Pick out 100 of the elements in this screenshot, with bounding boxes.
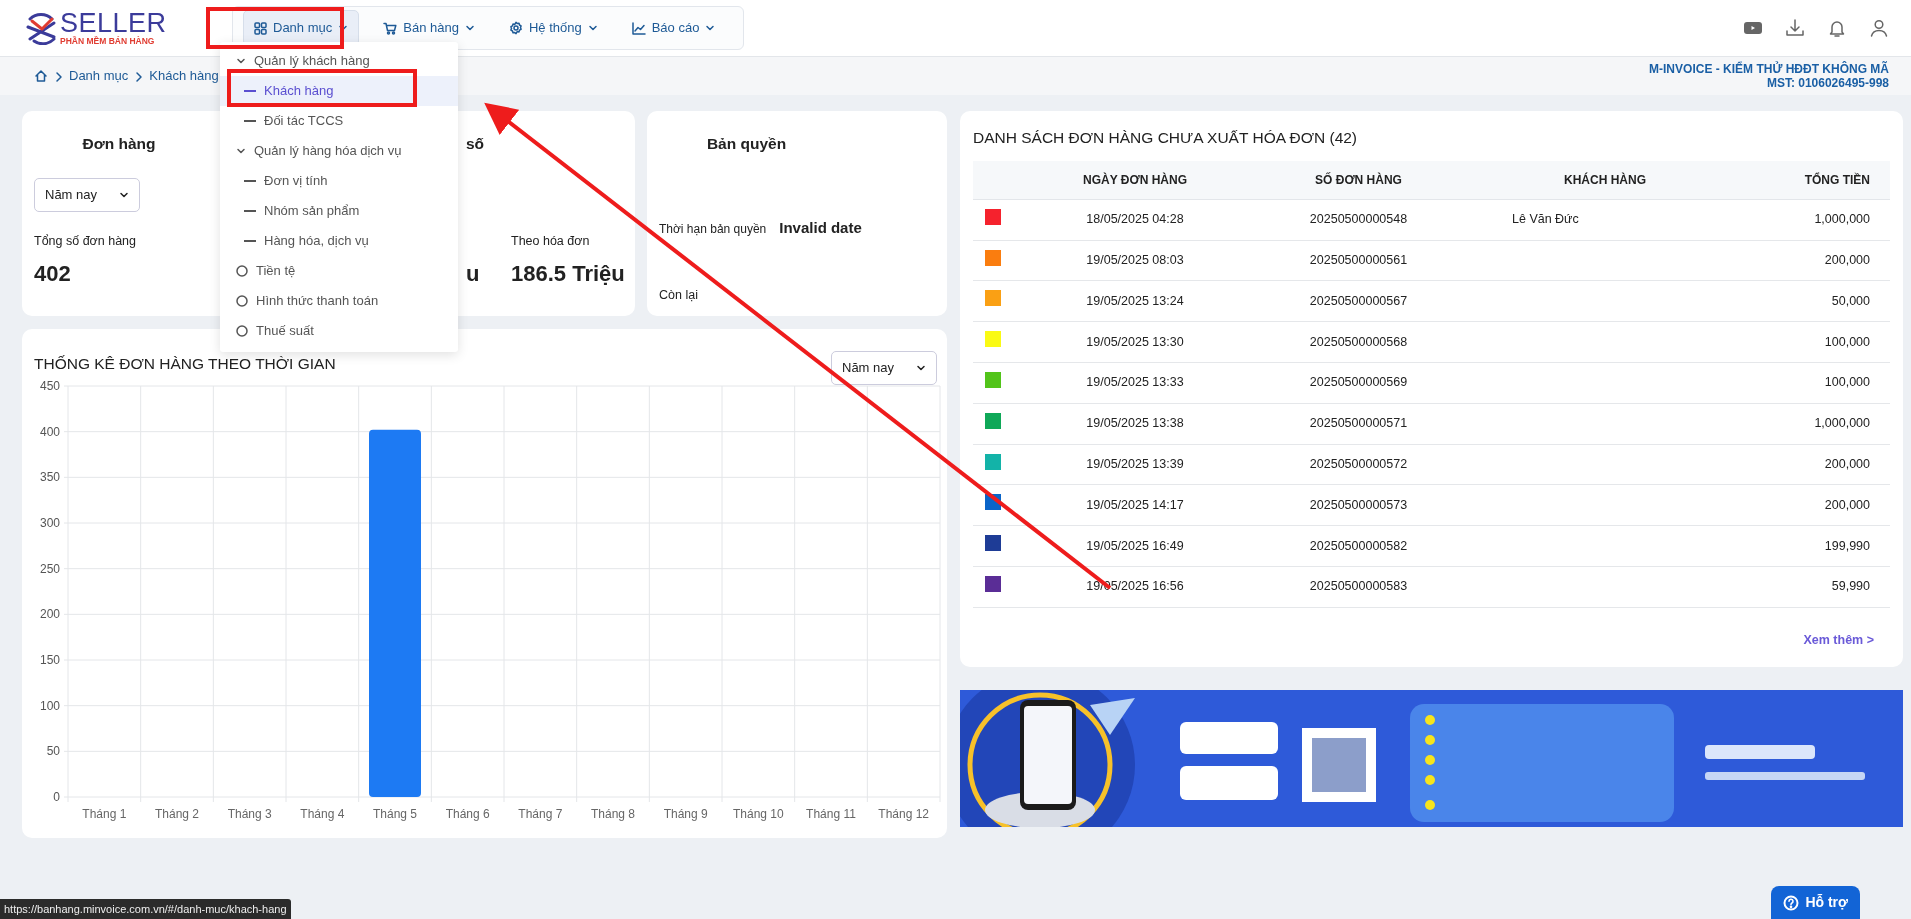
axis-label: 450 [39,379,60,393]
menu-item[interactable]: Hình thức thanh toán [220,286,458,316]
table-cell: 1,000,000 [1710,403,1890,445]
table-cell: 19/05/2025 16:49 [1053,525,1217,567]
breadcrumb-link[interactable]: Danh mục [69,66,129,86]
grid-icon [254,21,267,35]
line-chart-icon [631,21,646,35]
axis-label: Tháng 4 [300,807,345,821]
menu-item[interactable]: Khách hàng [220,76,458,106]
column-header: SỐ ĐƠN HÀNG [1217,161,1500,200]
axis-label: 400 [39,424,60,439]
stat-label: Theo hóa đơn [511,233,591,251]
table-cell: 19/05/2025 13:30 [1053,321,1217,363]
bell-icon[interactable] [1827,18,1847,38]
axis-label: 0 [53,790,60,804]
table-cell: 19/05/2025 13:39 [1053,444,1217,485]
column-header: TỔNG TIỀN [1710,161,1890,200]
menu-group[interactable]: Quản lý khách hàng [220,46,458,76]
table-cell: 1,000,000 [1710,199,1890,241]
stat-label: Tổng số đơn hàng [34,233,138,251]
tax-id: MST: 0106026495-998 [1765,76,1889,91]
dash-icon [244,240,256,242]
nav-tab[interactable]: Bán hàng [373,11,485,45]
axis-label: 50 [46,744,60,759]
column-header: KHÁCH HÀNG [1500,161,1710,200]
chevron-right-icon [134,70,143,83]
help-icon [1783,894,1800,911]
table-cell: 59,990 [1710,566,1890,608]
axis-label: Tháng 5 [373,807,417,821]
card-title: Đơn hàng [81,134,157,155]
axis-label: Tháng 7 [518,807,563,821]
menu-item[interactable]: Nhóm sản phẩm [220,196,458,226]
table-cell: 200,000 [1710,444,1890,485]
license-value: Invalid date [779,218,862,239]
chevron-down-icon [587,23,598,33]
stat-value: 186.5 Triệu [511,259,626,288]
table-cell: 20250500000571 [1217,403,1500,445]
table-cell: 20250500000573 [1217,484,1500,526]
dash-icon [244,90,256,92]
period-select[interactable]: Năm nay [831,351,937,385]
column-header: NGÀY ĐƠN HÀNG [1053,161,1217,200]
help-button[interactable]: Hỗ trợ [1771,886,1860,919]
settings-icon [508,21,523,35]
period-select[interactable]: Năm nay [34,178,140,212]
menu-item[interactable]: Tiền tệ [220,256,458,286]
dash-icon [244,180,256,182]
table-cell: 20250500000569 [1217,362,1500,404]
company-name: M-INVOICE - KIỂM THỬ HĐĐT KHÔNG MÃ [1649,61,1889,76]
chevron-down-icon [236,56,246,66]
table-cell: 19/05/2025 13:24 [1053,280,1217,322]
logo-tagline: PHẦN MỀM BÁN HÀNG [60,37,156,46]
dash-icon [244,120,256,122]
axis-label: Tháng 1 [82,807,127,821]
status-url: https://banhang.minvoice.com.vn/#/danh-muc/khach-hang [0,898,291,919]
cart-icon [383,21,398,35]
table-cell: 199,990 [1710,525,1890,567]
table-cell: 20250500000567 [1217,280,1500,322]
axis-label: 250 [39,561,60,576]
table-cell: 20250500000572 [1217,444,1500,485]
video-play-icon[interactable] [1743,20,1763,36]
chevron-down-icon [119,190,129,200]
table-cell: 200,000 [1710,240,1890,281]
table-cell: 200,000 [1710,484,1890,526]
axis-label: 100 [39,698,60,713]
home-icon[interactable] [34,69,48,83]
user-icon[interactable] [1869,18,1889,38]
circle-icon [236,265,248,277]
menu-item[interactable]: Hàng hóa, dịch vụ [220,226,458,256]
axis-label: Tháng 9 [663,807,708,821]
nav-tab[interactable]: Hệ thống [498,11,608,45]
card-title: Bản quyền [705,134,788,154]
menu-item[interactable]: Đơn vị tính [220,166,458,196]
axis-label: Tháng 11 [806,807,856,821]
stat-value: 402 [34,259,72,288]
axis-label: 200 [39,607,60,622]
table-cell: 19/05/2025 16:56 [1053,566,1217,608]
table-cell: 100,000 [1710,362,1890,404]
table-cell: 19/05/2025 14:17 [1053,484,1217,526]
breadcrumb-link[interactable]: Khách hàng [149,66,219,86]
axis-label: 150 [39,653,60,667]
table-cell: 20250500000548 [1217,199,1500,241]
stat-value: u [466,259,481,288]
chart-title: THỐNG KÊ ĐƠN HÀNG THEO THỜI GIAN [34,353,336,374]
circle-icon [236,325,248,337]
nav-tab[interactable]: Báo cáo [621,11,726,45]
menu-item[interactable]: Đối tác TCCS [220,106,458,136]
table-cell: 50,000 [1710,280,1890,322]
chevron-right-icon [54,70,63,83]
axis-label: Tháng 10 [732,807,784,821]
see-more-link[interactable]: Xem thêm > [1803,632,1874,647]
table-cell: 19/05/2025 08:03 [1053,240,1217,281]
download-icon[interactable] [1785,18,1805,38]
menu-group[interactable]: Quản lý hàng hóa dịch vụ [220,136,458,166]
axis-label: Tháng 6 [445,807,490,821]
table-cell: 100,000 [1710,321,1890,363]
table-cell: 20250500000583 [1217,566,1500,608]
card-title: số [466,134,486,155]
axis-label: 350 [39,470,60,485]
menu-item[interactable]: Thuế suất [220,316,458,346]
chevron-down-icon [464,23,475,33]
